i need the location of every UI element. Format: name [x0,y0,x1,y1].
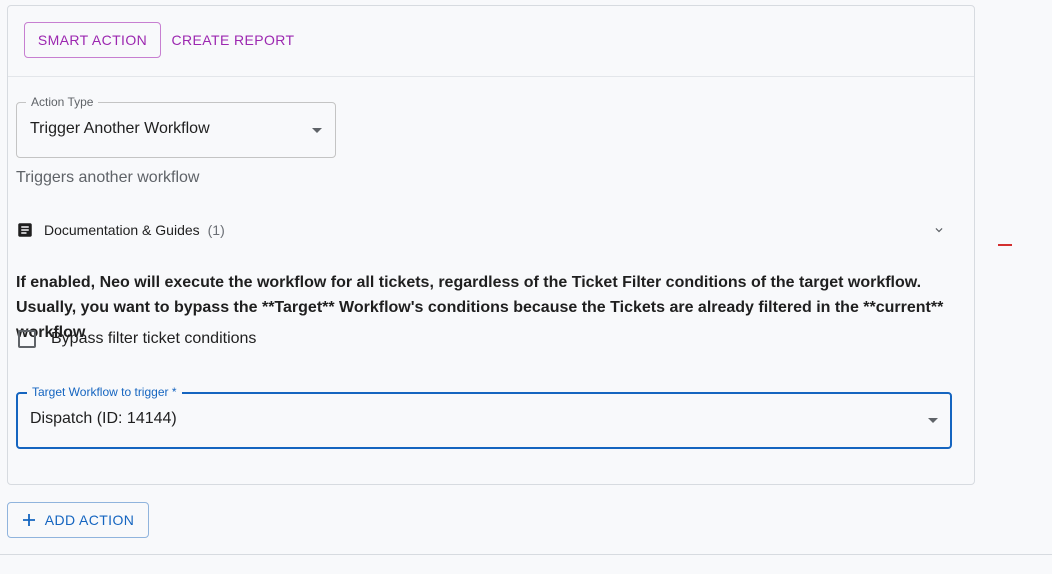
bypass-filter-checkbox-row[interactable]: Bypass filter ticket conditions [16,330,256,348]
target-workflow-value: Dispatch (ID: 14144) [30,410,177,427]
action-type-select[interactable]: Action Type Trigger Another Workflow [16,95,336,158]
action-type-value: Trigger Another Workflow [30,120,210,137]
plus-icon [22,514,35,526]
create-report-button[interactable]: CREATE REPORT [170,22,296,58]
caret-down-icon [928,418,938,423]
target-workflow-select[interactable]: Target Workflow to trigger * Dispatch (I… [16,385,952,449]
add-action-label: ADD ACTION [44,512,135,528]
chevron-down-icon[interactable] [932,223,946,237]
documentation-accordion[interactable]: Documentation & Guides (1) [16,218,946,242]
action-type-label: Action Type [26,95,99,109]
smart-action-button[interactable]: SMART ACTION [24,22,161,58]
bypass-filter-label: Bypass filter ticket conditions [51,330,257,347]
add-action-button[interactable]: ADD ACTION [7,502,149,538]
action-type-helper-text: Triggers another workflow [16,169,200,186]
documentation-label: Documentation & Guides [44,222,200,238]
target-workflow-label: Target Workflow to trigger * [27,385,182,399]
article-icon [18,223,32,237]
error-indicator [998,244,1012,246]
bypass-filter-checkbox[interactable] [18,330,36,348]
caret-down-icon [312,128,322,133]
divider [0,554,1052,555]
documentation-count: (1) [207,222,225,238]
action-tabs: SMART ACTION CREATE REPORT [8,6,974,77]
